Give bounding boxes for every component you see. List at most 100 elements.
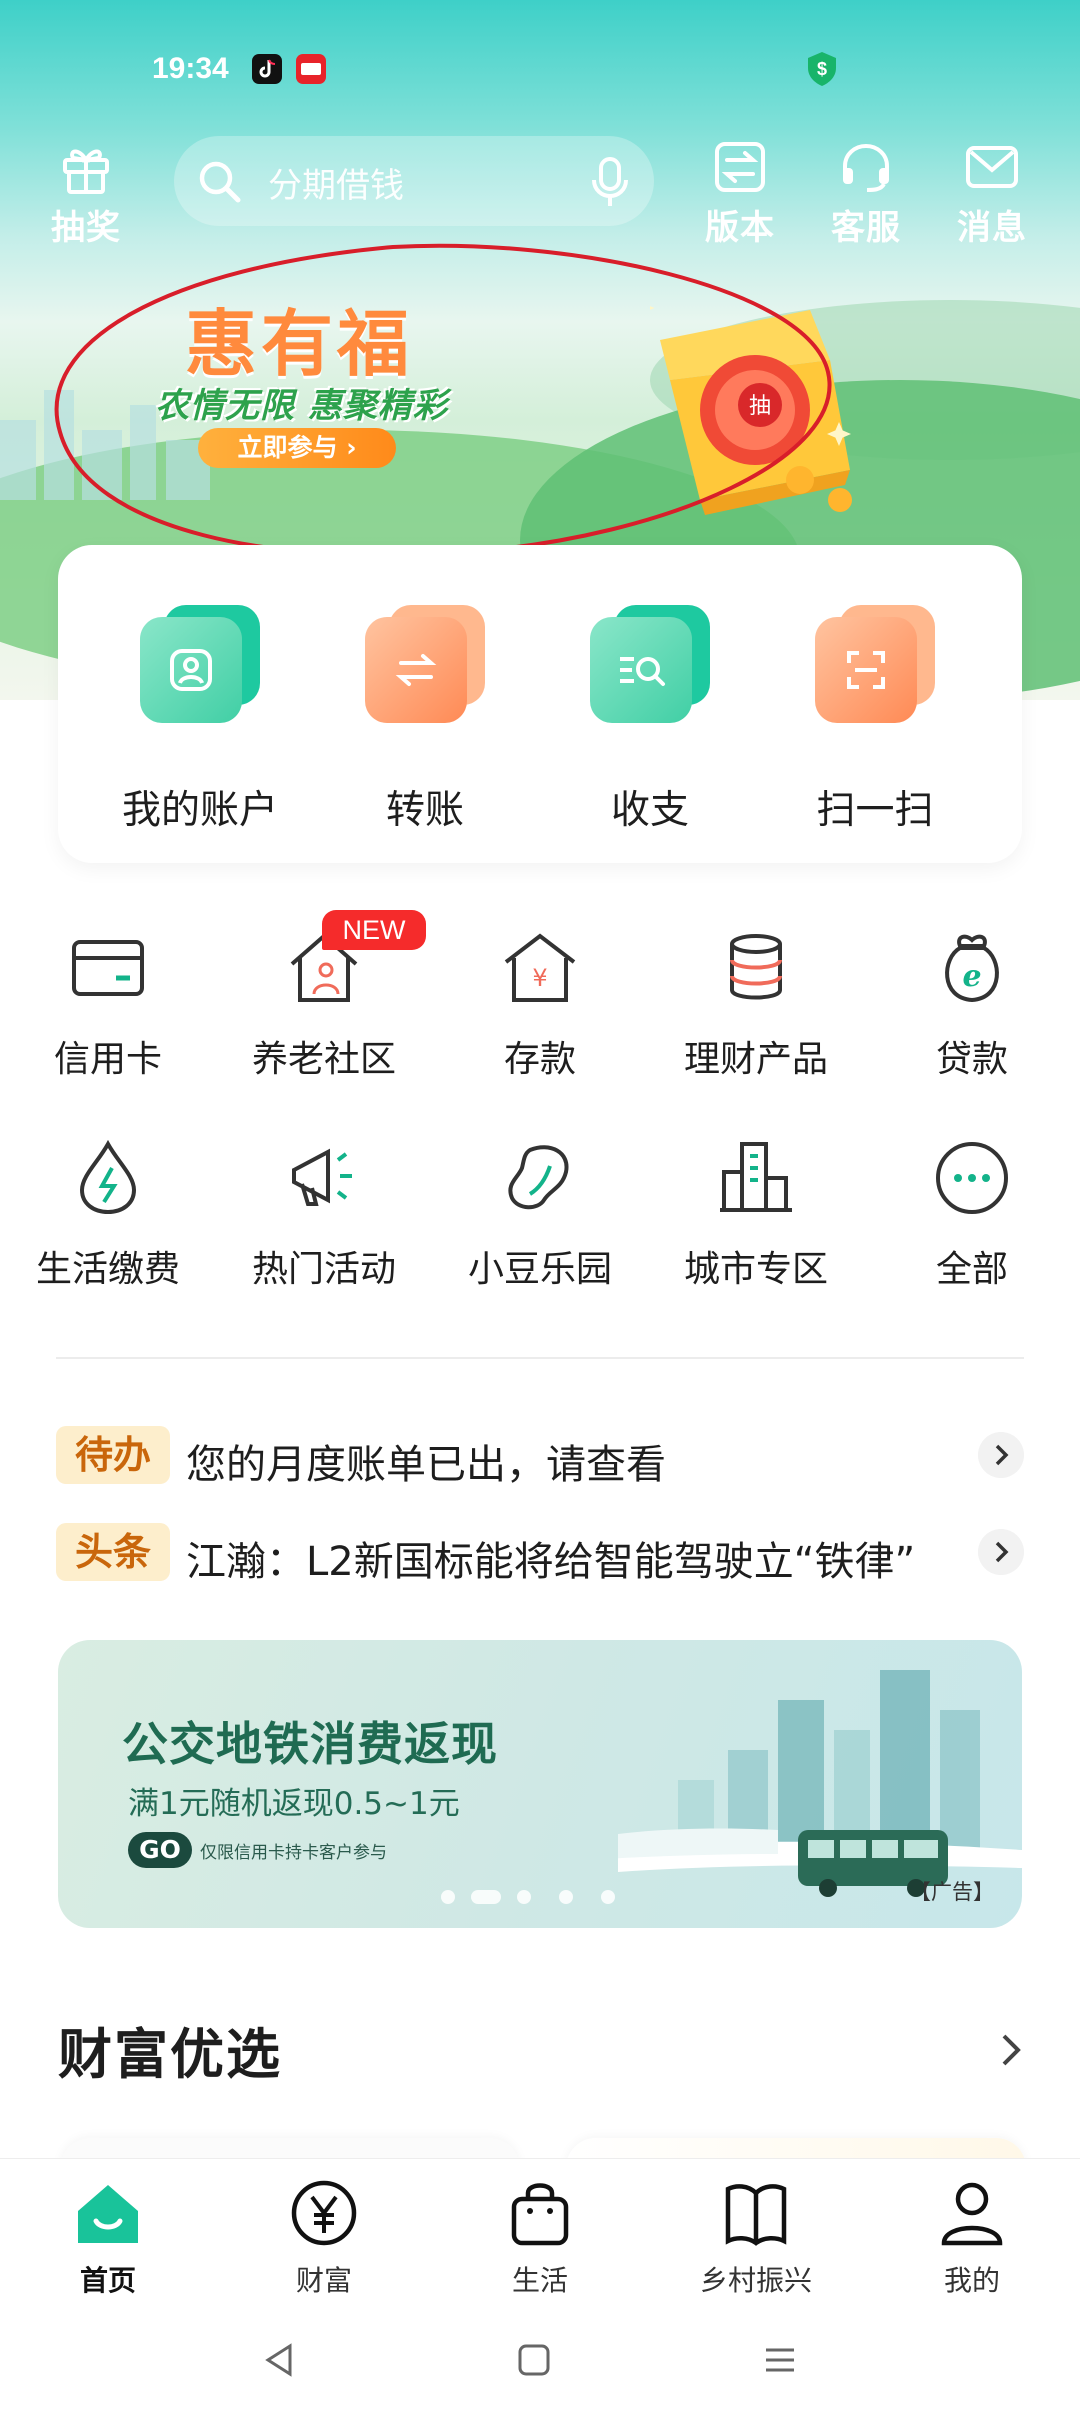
service-hot-activities[interactable]: 热门活动 <box>224 1138 424 1292</box>
svg-text:e: e <box>962 959 981 994</box>
headline-tag: 头条 <box>56 1523 170 1581</box>
chevron-right-icon[interactable] <box>978 1432 1024 1478</box>
account-icon <box>170 649 212 691</box>
tab-label: 生活 <box>511 2264 568 2297</box>
tab-life[interactable]: 生活 <box>440 2177 640 2299</box>
service-loan[interactable]: e 贷款 <box>872 928 1072 1082</box>
service-wealth-product[interactable]: 理财产品 <box>656 928 856 1082</box>
message-label: 消息 <box>957 208 1027 248</box>
income-expense-icon <box>620 657 665 686</box>
wealth-product-icon <box>730 934 782 1000</box>
person-icon <box>941 2182 1003 2246</box>
transfer-icon <box>395 654 437 686</box>
red-annotation-circle <box>54 243 832 558</box>
megaphone-icon <box>292 1148 352 1206</box>
search-placeholder: 分期借钱 <box>268 166 404 206</box>
headset-icon <box>843 143 889 192</box>
service-label: 养老社区 <box>251 1039 396 1080</box>
headline-row[interactable]: 头条 江瀚：L2新国标能将给智能驾驶立“铁律” <box>56 1517 1024 1587</box>
service-credit-card[interactable]: 信用卡 <box>8 928 208 1082</box>
transfer-button[interactable]: 转账 <box>315 605 535 835</box>
service-label: 城市专区 <box>683 1249 828 1290</box>
city-icon <box>720 1142 792 1212</box>
ad-subtitle: 满1元随机返现0.5~1元 <box>128 1786 460 1822</box>
tiktok-icon <box>252 54 282 84</box>
tab-label: 我的 <box>943 2264 1000 2297</box>
version-switch-icon <box>715 142 765 192</box>
service-all[interactable]: 全部 <box>872 1138 1072 1292</box>
todo-tag: 待办 <box>56 1426 170 1484</box>
scan-icon <box>847 651 885 689</box>
chevron-right-icon[interactable] <box>996 2030 1026 2070</box>
service-elderly-community[interactable]: 养老社区 <box>224 928 424 1082</box>
ad-title: 公交地铁消费返现 <box>122 1717 498 1771</box>
gift-icon <box>63 149 109 194</box>
quick-label: 收支 <box>610 788 689 833</box>
service-deposit[interactable]: ¥ 存款 <box>440 928 640 1082</box>
scan-button[interactable]: 扫一扫 <box>765 605 985 835</box>
yen-icon <box>291 2180 357 2246</box>
ad-label: 【广告】 <box>910 1880 994 1904</box>
home-icon <box>78 2185 138 2243</box>
svg-text:¥: ¥ <box>532 964 547 992</box>
service-bean-park[interactable]: 小豆乐园 <box>440 1138 640 1292</box>
utility-payment-icon <box>79 1139 137 1215</box>
search-input[interactable]: 分期借钱 <box>174 136 654 226</box>
bean-icon <box>508 1145 569 1210</box>
status-bar: 19:34 $ <box>0 40 1080 100</box>
carousel-dot-active[interactable] <box>471 1890 501 1904</box>
service-label: 小豆乐园 <box>467 1249 612 1290</box>
ad-go-badge[interactable]: GO <box>128 1832 192 1868</box>
quick-actions-card: 我的账户 转账 收支 扫一扫 <box>58 545 1022 863</box>
service-label: 生活缴费 <box>35 1249 180 1290</box>
carousel-dot[interactable] <box>559 1890 573 1904</box>
bottom-tab-bar: 首页 财富 生活 乡村振兴 我的 <box>0 2158 1080 2308</box>
ad-note: 仅限信用卡持卡客户参与 <box>200 1843 387 1863</box>
quick-label: 我的账户 <box>121 788 278 833</box>
headline-text: 江瀚：L2新国标能将给智能驾驶立“铁律” <box>186 1539 916 1585</box>
tab-mine[interactable]: 我的 <box>872 2177 1072 2299</box>
menu-icon[interactable] <box>756 2336 804 2384</box>
carousel-dot[interactable] <box>517 1890 531 1904</box>
tab-wealth[interactable]: 财富 <box>224 2177 424 2299</box>
ad-banner[interactable]: 公交地铁消费返现 满1元随机返现0.5~1元 GO 仅限信用卡持卡客户参与 【广… <box>58 1640 1022 1928</box>
service-utility-payment[interactable]: 生活缴费 <box>8 1138 208 1292</box>
service-city-zone[interactable]: 城市专区 <box>656 1138 856 1292</box>
svg-text:$: $ <box>817 59 827 79</box>
credit-card-icon <box>72 940 144 996</box>
loan-icon: e <box>945 934 999 1003</box>
microphone-icon[interactable] <box>590 156 630 208</box>
tab-rural[interactable]: 乡村振兴 <box>656 2177 856 2299</box>
service-label: 全部 <box>935 1249 1008 1290</box>
carousel-dot[interactable] <box>601 1890 615 1904</box>
service-label: 存款 <box>503 1039 576 1080</box>
security-shield-icon: $ <box>805 50 839 88</box>
todo-row[interactable]: 待办 您的月度账单已出，请查看 <box>56 1420 1024 1490</box>
service-label: 热门活动 <box>251 1249 396 1290</box>
chevron-right-icon[interactable] <box>978 1529 1024 1575</box>
todo-text: 您的月度账单已出，请查看 <box>186 1442 666 1488</box>
message-button[interactable]: 消息 <box>942 138 1042 249</box>
more-icon <box>936 1142 1008 1214</box>
mail-icon <box>966 146 1018 188</box>
income-expense-button[interactable]: 收支 <box>540 605 760 835</box>
tab-label: 首页 <box>79 2264 136 2297</box>
carousel-dot[interactable] <box>441 1890 455 1904</box>
tab-label: 乡村振兴 <box>699 2264 812 2297</box>
home-nav-icon[interactable] <box>510 2336 558 2384</box>
section-divider <box>56 1357 1024 1359</box>
deposit-icon: ¥ <box>504 933 576 1002</box>
wealth-section-title[interactable]: 财富优选 <box>58 2010 282 2089</box>
news-app-icon <box>296 54 326 84</box>
service-label: 信用卡 <box>53 1039 162 1080</box>
back-icon[interactable] <box>256 2336 304 2384</box>
my-account-button[interactable]: 我的账户 <box>90 605 310 835</box>
search-icon <box>199 161 241 203</box>
service-label: 贷款 <box>935 1039 1008 1080</box>
system-navigation-bar <box>0 2308 1080 2412</box>
new-badge: NEW <box>322 910 426 950</box>
service-label: 理财产品 <box>683 1039 828 1080</box>
shopping-bag-icon <box>511 2183 569 2246</box>
tab-label: 财富 <box>295 2264 352 2297</box>
tab-home[interactable]: 首页 <box>8 2177 208 2299</box>
